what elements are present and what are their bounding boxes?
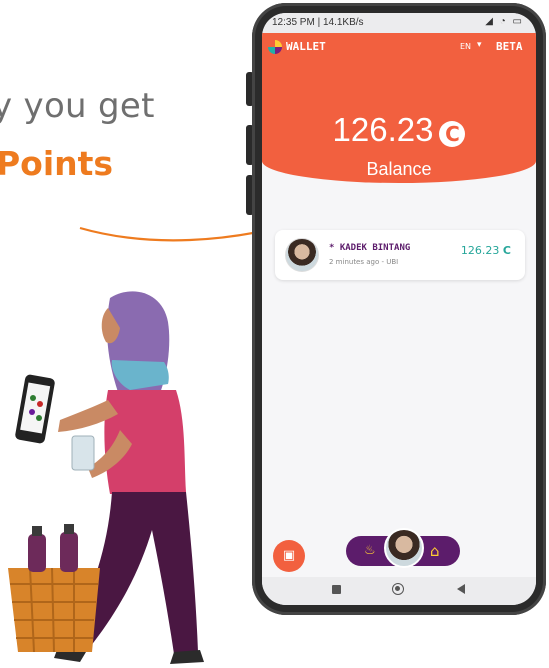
transaction-amount: 126.23 C	[461, 244, 511, 257]
balance-display: 126.23 C	[262, 111, 536, 149]
balance-amount: 126.23	[332, 111, 434, 148]
transaction-item[interactable]: * KADEK BINTANG 2 minutes ago - UBI 126.…	[275, 230, 525, 280]
beta-badge: BETA	[496, 40, 523, 53]
avatar	[285, 238, 319, 272]
coin-icon: C	[439, 120, 466, 147]
phone-screen: 12:35 PM | 14.1KB/s ◢ ◔ ▭ WALLET EN ▾ BE…	[262, 13, 536, 605]
home-circle-icon[interactable]	[392, 583, 404, 595]
balance-label: Balance	[366, 159, 432, 179]
language-selector[interactable]: EN	[460, 42, 471, 51]
status-time: 12:35 PM | 14.1KB/s	[272, 17, 364, 28]
status-bar: 12:35 PM | 14.1KB/s ◢ ◔ ▭	[262, 13, 536, 33]
camera-icon: ▣	[282, 548, 296, 563]
recent-apps-icon[interactable]	[332, 585, 341, 594]
coin-icon: C	[502, 244, 511, 257]
android-nav-bar	[262, 577, 536, 605]
wallet-header: WALLET EN ▾ BETA 126.23 C Balance	[262, 33, 536, 183]
back-icon[interactable]	[457, 584, 465, 594]
camera-button[interactable]: ▣	[273, 540, 305, 572]
status-icons: ◢ ◔ ▭	[485, 16, 524, 27]
transaction-name: * KADEK BINTANG	[329, 243, 411, 253]
chevron-down-icon[interactable]: ▾	[477, 40, 482, 50]
profile-avatar-button[interactable]	[384, 528, 424, 568]
bottom-nav-bar: ♨ ⌂	[346, 528, 460, 568]
bell-icon[interactable]: ♨	[364, 543, 376, 558]
home-icon[interactable]: ⌂	[430, 542, 440, 560]
transaction-amount-value: 126.23	[460, 244, 500, 257]
app-title: WALLET	[286, 40, 326, 53]
app-logo-icon	[268, 40, 282, 54]
transaction-subtitle: 2 minutes ago - UBI	[329, 258, 399, 266]
woman-illustration	[8, 291, 204, 664]
